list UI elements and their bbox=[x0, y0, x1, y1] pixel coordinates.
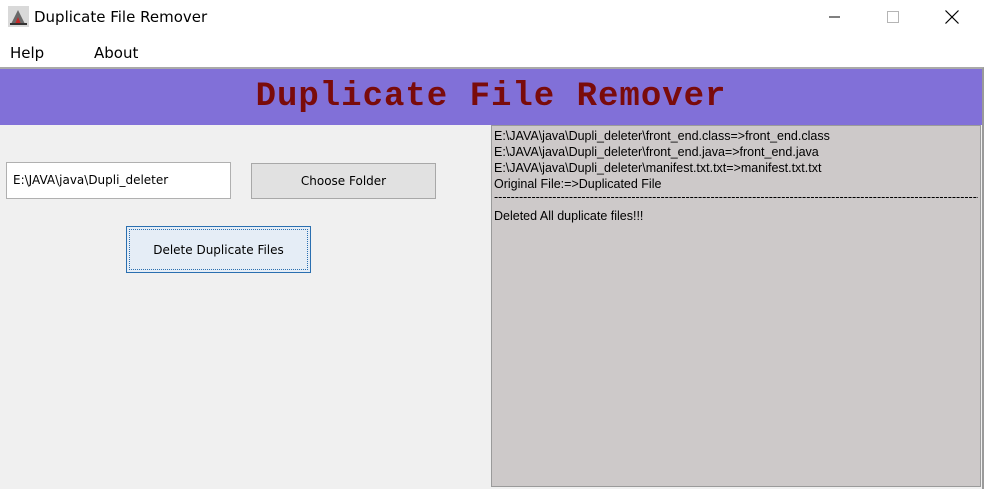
delete-duplicates-label: Delete Duplicate Files bbox=[153, 242, 284, 257]
log-line: Original File:=>Duplicated File bbox=[494, 177, 662, 191]
log-separator: ----------------------------------------… bbox=[494, 192, 978, 204]
close-icon bbox=[945, 9, 959, 24]
choose-folder-label: Choose Folder bbox=[300, 174, 387, 188]
menu-help[interactable]: Help bbox=[10, 44, 44, 62]
output-log[interactable]: E:\JAVA\java\Dupli_deleter\front_end.cla… bbox=[491, 125, 981, 487]
close-button[interactable] bbox=[929, 0, 975, 33]
banner-title: Duplicate File Remover bbox=[255, 78, 727, 116]
maximize-icon bbox=[887, 10, 899, 23]
menu-about[interactable]: About bbox=[94, 44, 138, 62]
menu-bar: Help About bbox=[0, 33, 984, 67]
minimize-button[interactable] bbox=[812, 0, 858, 33]
folder-path-field[interactable]: E:\JAVA\java\Dupli_deleter bbox=[6, 162, 231, 199]
title-bar: Duplicate File Remover bbox=[0, 0, 984, 33]
window-title: Duplicate File Remover bbox=[34, 8, 208, 26]
choose-folder-button[interactable]: Choose Folder bbox=[251, 163, 436, 199]
log-line: E:\JAVA\java\Dupli_deleter\front_end.cla… bbox=[494, 129, 830, 143]
maximize-button[interactable] bbox=[870, 0, 916, 33]
log-status: Deleted All duplicate files!!! bbox=[494, 209, 644, 223]
delete-duplicates-button[interactable]: Delete Duplicate Files bbox=[126, 226, 311, 273]
log-line: E:\JAVA\java\Dupli_deleter\manifest.txt.… bbox=[494, 161, 822, 175]
log-line: E:\JAVA\java\Dupli_deleter\front_end.jav… bbox=[494, 145, 819, 159]
minimize-icon bbox=[829, 16, 840, 17]
app-icon bbox=[8, 6, 29, 27]
header-banner: Duplicate File Remover bbox=[0, 69, 982, 125]
